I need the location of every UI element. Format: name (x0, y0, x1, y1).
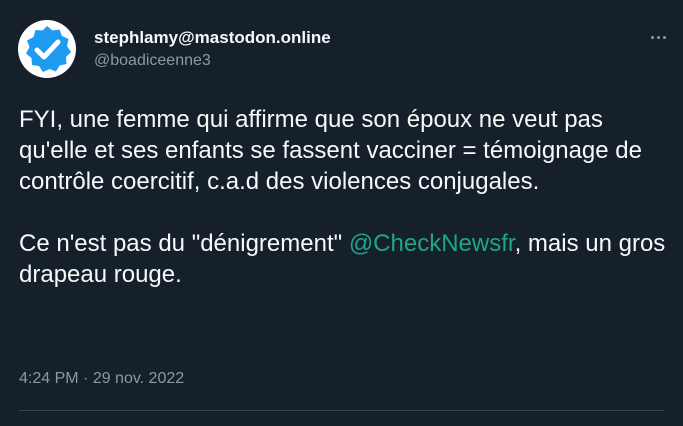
tweet-paragraph-1: FYI, une femme qui affirme que son époux… (19, 106, 642, 195)
more-options-icon[interactable] (647, 32, 669, 42)
verified-badge-icon (18, 20, 76, 78)
dot (662, 35, 666, 39)
tweet-date: 29 nov. 2022 (92, 370, 185, 387)
dot (656, 35, 660, 39)
tweet-time: 4:24 PM (19, 370, 79, 387)
display-name[interactable]: stephlamy@mastodon.online (94, 28, 331, 48)
mention-link[interactable]: @CheckNewsfr (349, 230, 515, 257)
divider (19, 410, 664, 411)
dot (650, 35, 654, 39)
tweet-timestamp[interactable]: 4:24 PM · 29 nov. 2022 (19, 369, 184, 389)
tweet-card: stephlamy@mastodon.online @boadiceenne3 … (0, 0, 683, 426)
tweet-text: FYI, une femme qui affirme que son époux… (19, 104, 669, 290)
author-info: stephlamy@mastodon.online @boadiceenne3 (94, 28, 331, 71)
meta-separator: · (78, 370, 93, 387)
tweet-paragraph-2: Ce n'est pas du "dénigrement" @CheckNews… (19, 228, 669, 290)
tweet-text-before-mention: Ce n'est pas du "dénigrement" (19, 230, 349, 257)
user-handle[interactable]: @boadiceenne3 (94, 51, 331, 71)
avatar[interactable] (18, 20, 76, 78)
